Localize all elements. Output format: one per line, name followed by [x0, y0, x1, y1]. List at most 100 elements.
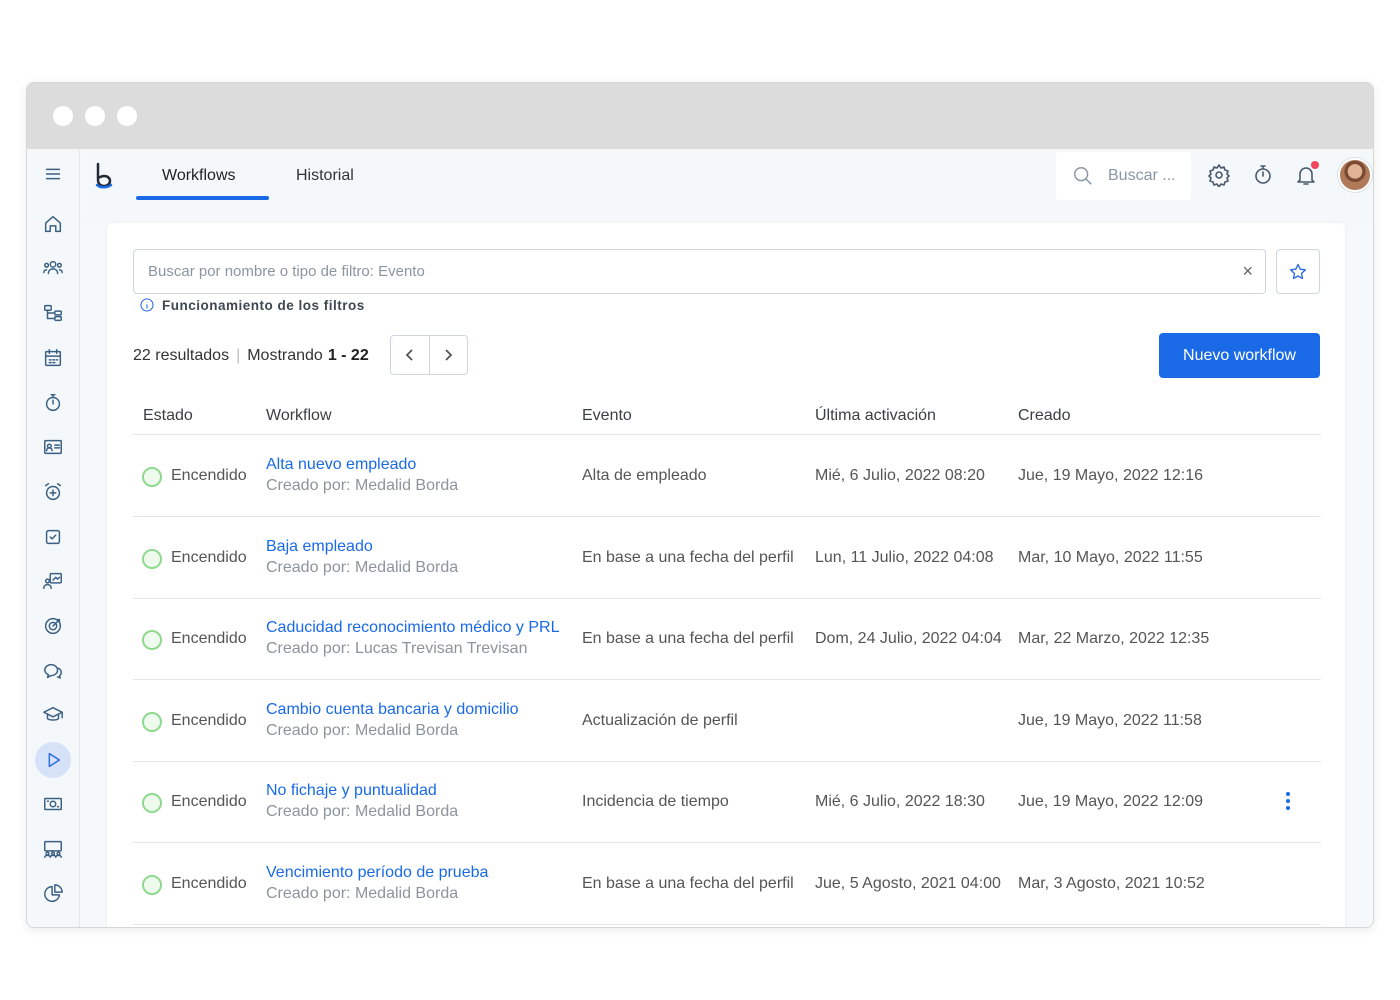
results-count: 22 resultados — [133, 347, 230, 364]
presentation-icon[interactable] — [35, 563, 71, 599]
bell-icon[interactable] — [1294, 161, 1319, 187]
column-creado[interactable]: Creado — [1018, 407, 1070, 425]
global-search-placeholder: Buscar ... — [1108, 167, 1176, 184]
sidebar — [27, 149, 80, 927]
column-evento[interactable]: Evento — [582, 407, 632, 425]
last-activation-cell: Lun, 11 Julio, 2022 04:08 — [815, 549, 994, 566]
info-icon — [140, 298, 154, 312]
workflow-author: Creado por: Medalid Borda — [266, 885, 459, 902]
global-search[interactable]: Buscar ... — [1056, 152, 1191, 200]
org-chart-icon[interactable] — [35, 295, 71, 331]
status-text: Encendido — [171, 630, 247, 647]
chevron-left-icon — [405, 349, 413, 361]
status-indicator — [142, 467, 162, 487]
graduation-icon[interactable] — [35, 697, 71, 733]
column-ultima-activacion[interactable]: Última activación — [815, 407, 936, 425]
event-cell: Alta de empleado — [582, 467, 707, 484]
play-icon[interactable] — [35, 742, 71, 778]
browser-window: Workflows Historial Buscar ... Buscar po… — [26, 82, 1374, 928]
created-cell: Jue, 19 Mayo, 2022 11:58 — [1018, 712, 1202, 729]
search-icon — [1074, 167, 1092, 185]
stopwatch-icon[interactable] — [35, 385, 71, 421]
team-icon[interactable] — [35, 831, 71, 867]
status-indicator — [142, 875, 162, 895]
money-icon[interactable] — [35, 786, 71, 822]
target-icon[interactable] — [35, 608, 71, 644]
workflow-author: Creado por: Medalid Borda — [266, 803, 459, 820]
results-showing-label: Mostrando — [247, 347, 323, 364]
avatar[interactable] — [1338, 158, 1372, 192]
created-cell: Mar, 10 Mayo, 2022 11:55 — [1018, 549, 1203, 566]
status-indicator — [142, 549, 162, 569]
created-cell: Mar, 22 Marzo, 2022 12:35 — [1018, 630, 1210, 647]
last-activation-cell: Mié, 6 Julio, 2022 18:30 — [815, 793, 985, 810]
table-row[interactable]: Encendido Cambio cuenta bancaria y domic… — [133, 680, 1321, 762]
created-cell: Jue, 19 Mayo, 2022 12:09 — [1018, 793, 1204, 810]
home-icon[interactable] — [35, 206, 71, 242]
gear-icon[interactable] — [1207, 163, 1231, 188]
people-icon[interactable] — [35, 250, 71, 286]
status-indicator — [142, 793, 162, 813]
pie-chart-icon[interactable] — [35, 876, 71, 912]
status-indicator — [142, 630, 162, 650]
filter-help-label: Funcionamiento de los filtros — [162, 297, 365, 313]
event-cell: En base a una fecha del perfil — [582, 875, 794, 892]
window-titlebar — [27, 83, 1373, 149]
window-minimize-dot[interactable] — [85, 106, 105, 126]
more-options-icon[interactable] — [1283, 792, 1293, 812]
status-text: Encendido — [171, 549, 247, 566]
column-estado[interactable]: Estado — [143, 407, 193, 425]
workflow-author: Creado por: Medalid Borda — [266, 722, 459, 739]
table-row[interactable]: Encendido Baja empleado Creado por: Meda… — [133, 517, 1321, 599]
star-icon — [1290, 263, 1306, 279]
top-bar: Workflows Historial Buscar ... — [81, 149, 1373, 223]
app-logo[interactable] — [94, 162, 116, 190]
notification-badge — [1311, 161, 1319, 169]
next-page-button[interactable] — [430, 336, 468, 374]
app: Workflows Historial Buscar ... Buscar po… — [27, 149, 1373, 927]
status-text: Encendido — [171, 875, 247, 892]
workflow-link[interactable]: Vencimiento período de prueba — [266, 864, 488, 882]
workflow-link[interactable]: No fichaje y puntualidad — [266, 782, 437, 800]
table-row[interactable]: Encendido Alta nuevo empleado Creado por… — [133, 435, 1321, 517]
column-workflow[interactable]: Workflow — [266, 407, 332, 425]
stopwatch-icon[interactable] — [1251, 163, 1275, 187]
workflow-link[interactable]: Cambio cuenta bancaria y domicilio — [266, 701, 519, 719]
table-row[interactable]: Encendido Caducidad reconocimiento médic… — [133, 598, 1321, 680]
chat-icon[interactable] — [35, 653, 71, 689]
created-cell: Jue, 19 Mayo, 2022 12:16 — [1018, 467, 1204, 484]
workflow-link[interactable]: Caducidad reconocimiento médico y PRL — [266, 619, 559, 637]
prev-page-button[interactable] — [391, 336, 430, 374]
event-cell: Incidencia de tiempo — [582, 793, 729, 810]
event-cell: En base a una fecha del perfil — [582, 630, 794, 647]
calendar-icon[interactable] — [35, 340, 71, 376]
new-workflow-button[interactable]: Nuevo workflow — [1159, 333, 1320, 378]
chevron-right-icon — [445, 349, 453, 361]
table-row[interactable]: Encendido Vencimiento período de prueba … — [133, 843, 1321, 925]
filter-search-placeholder: Buscar por nombre o tipo de filtro: Even… — [148, 263, 425, 280]
results-range: 1 - 22 — [327, 347, 369, 364]
results-summary: 22 resultados | Mostrando 1 - 22 — [133, 347, 369, 365]
tab-historial[interactable]: Historial — [296, 165, 354, 203]
id-card-icon[interactable] — [35, 429, 71, 465]
favorite-filter-button[interactable] — [1276, 249, 1320, 294]
workflow-author: Creado por: Medalid Borda — [266, 477, 459, 494]
filter-search-input[interactable]: Buscar por nombre o tipo de filtro: Even… — [133, 249, 1266, 294]
workflow-author: Creado por: Medalid Borda — [266, 559, 459, 576]
menu-icon[interactable] — [35, 156, 71, 192]
checkbox-icon[interactable] — [35, 519, 71, 555]
window-maximize-dot[interactable] — [117, 106, 137, 126]
close-icon[interactable]: × — [1242, 261, 1253, 282]
workflow-link[interactable]: Alta nuevo empleado — [266, 456, 416, 474]
last-activation-cell: Jue, 5 Agosto, 2021 04:00 — [815, 875, 1001, 892]
status-text: Encendido — [171, 467, 247, 484]
workflow-link[interactable]: Baja empleado — [266, 538, 373, 556]
results-separator: | — [236, 347, 241, 364]
filter-help-link[interactable]: Funcionamiento de los filtros — [139, 297, 365, 313]
created-cell: Mar, 3 Agosto, 2021 10:52 — [1018, 875, 1205, 892]
event-cell: En base a una fecha del perfil — [582, 549, 794, 566]
alarm-icon[interactable] — [35, 474, 71, 510]
table-row[interactable]: Encendido No fichaje y puntualidad Cread… — [133, 761, 1321, 843]
window-close-dot[interactable] — [53, 106, 73, 126]
table-header: Estado Workflow Evento Última activación… — [133, 401, 1321, 435]
